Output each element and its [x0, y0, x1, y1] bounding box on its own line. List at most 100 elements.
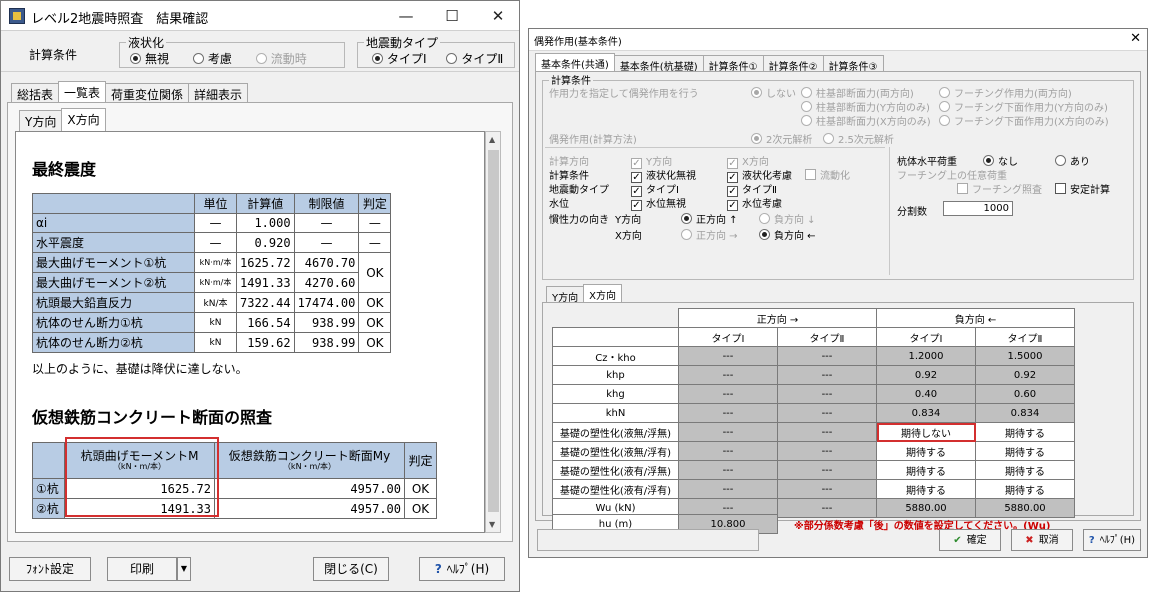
radio-foot-both[interactable]: フーチング作用力(両方向) — [939, 85, 1072, 100]
grid-cell[interactable]: 期待する — [975, 422, 1075, 442]
check-water-y[interactable]: ✓ 水位無視 — [631, 195, 686, 211]
radio-pile-yes[interactable]: あり — [1055, 153, 1090, 168]
print-dropdown-button[interactable]: ▼ — [177, 557, 191, 581]
check-stable[interactable]: 安定計算 — [1055, 181, 1110, 196]
radio-type1[interactable]: タイプⅠ — [372, 52, 427, 66]
ground-motion-title: 地震動タイプ — [364, 34, 441, 51]
radio-dot-icon — [751, 87, 762, 98]
close-dialog-button[interactable]: 閉じる(C) — [313, 557, 389, 581]
scroll-down-icon[interactable]: ▼ — [489, 520, 495, 529]
specify-action-label: 作用力を指定して偶発作用を行う — [549, 89, 699, 100]
help-label: ﾍﾙﾌﾟ(H) — [446, 562, 490, 576]
radio-flow[interactable]: 流動時 — [255, 52, 307, 66]
grid-cell[interactable]: 期待する — [975, 479, 1075, 499]
radio-iy-pos[interactable]: 正方向 ↑ — [681, 211, 738, 226]
header-my: 仮想鉄筋コンクリート断面My （kN・m/本） — [214, 442, 405, 479]
print-button[interactable]: 印刷 — [107, 557, 177, 581]
grid-cell: --- — [678, 403, 778, 423]
scroll-thumb[interactable] — [488, 150, 499, 512]
row-label: ②杭 — [32, 498, 65, 519]
grid-cell[interactable]: 期待する — [876, 460, 976, 480]
vertical-scrollbar[interactable]: ▲ ▼ — [485, 131, 501, 533]
row-unit: kN·m/本 — [194, 272, 237, 293]
radio-dot-icon — [372, 53, 383, 64]
row-limit: 4270.60 — [293, 272, 360, 293]
row-my: 4957.00 — [214, 498, 405, 519]
row-calc: 1491.33 — [236, 272, 295, 293]
dialog-title-bar[interactable]: 偶発作用(基本条件) ✕ — [529, 29, 1147, 51]
row-label: 杭頭最大鉛直反力 — [32, 292, 195, 313]
row-calc: 159.62 — [236, 332, 295, 353]
close-button[interactable]: ✕ — [475, 1, 521, 31]
title-bar[interactable]: レベル2地震時照査 結果確認 — ☐ ✕ — [1, 1, 519, 31]
tab-x-direction[interactable]: X方向 — [61, 108, 106, 132]
radio-pile-none[interactable]: なし — [983, 153, 1018, 168]
radio-ignore[interactable]: 無視 — [130, 52, 169, 66]
row-limit: 4670.70 — [293, 252, 360, 273]
grid-cell-highlighted[interactable]: 期待しない — [876, 422, 976, 442]
radio-do-not[interactable]: しない — [751, 85, 796, 100]
grid-cell[interactable]: 期待する — [975, 460, 1075, 480]
grid-corner — [553, 309, 679, 328]
maximize-button[interactable]: ☐ — [429, 1, 475, 31]
app-icon — [9, 8, 25, 24]
radio-ignore-label: 無視 — [145, 52, 170, 66]
radio-dot-icon — [681, 229, 692, 240]
grid-cell: --- — [678, 365, 778, 385]
radio-iy-neg[interactable]: 負方向 ↓ — [759, 211, 816, 226]
radio-col-y[interactable]: 柱基部断面力(Y方向のみ) — [801, 99, 930, 114]
radio-consider-label: 考慮 — [207, 52, 232, 66]
radio-ix-pos[interactable]: 正方向 → — [681, 227, 738, 242]
final-seismic-table: 単位 計算値 制限値 判定 αi — 1.000 — — 水平震度 — 0.92… — [32, 193, 392, 353]
radio-25d[interactable]: 2.5次元解析 — [823, 131, 894, 146]
dialog-help-button[interactable]: ? ﾍﾙﾌﾟ(H) — [1083, 529, 1141, 551]
radio-consider[interactable]: 考慮 — [192, 52, 232, 66]
row-limit: 17474.00 — [293, 292, 360, 313]
cancel-button[interactable]: ✖ 取消 — [1011, 529, 1073, 551]
radio-type2[interactable]: タイプⅡ — [446, 52, 503, 66]
grid-cell[interactable]: 期待する — [975, 441, 1075, 461]
grid-type: タイプⅡ — [777, 327, 877, 347]
radio-ix-neg[interactable]: 負方向 ← — [759, 227, 816, 242]
grid-cell: --- — [777, 460, 877, 480]
radio-2d[interactable]: 2次元解析 — [751, 131, 812, 146]
header-my-label: 仮想鉄筋コンクリート断面My — [228, 449, 391, 463]
dialog-close-icon[interactable]: ✕ — [1130, 31, 1141, 46]
radio-col-x[interactable]: 柱基部断面力(X方向のみ) — [801, 113, 931, 128]
radio-col-both[interactable]: 柱基部断面力(両方向) — [801, 85, 914, 100]
liquefaction-title: 液状化 — [126, 34, 167, 51]
row-calc: 1625.72 — [236, 252, 295, 273]
row-limit: — — [293, 232, 360, 253]
radio-foot-x[interactable]: フーチング下面作用力(X方向のみ) — [939, 113, 1109, 128]
grid-cell[interactable]: 期待する — [876, 441, 976, 461]
division-input[interactable]: 1000 — [943, 201, 1013, 216]
radio-flow-label: 流動時 — [270, 52, 307, 66]
grid-cell[interactable]: 期待する — [876, 479, 976, 499]
check-water-x[interactable]: ✓ 水位考慮 — [727, 195, 782, 211]
font-settings-button[interactable]: ﾌｫﾝﾄ設定 — [9, 557, 91, 581]
help-button[interactable]: ? ﾍﾙﾌﾟ(H) — [419, 557, 505, 581]
minimize-button[interactable]: — — [383, 1, 429, 31]
grid-cell: --- — [678, 422, 778, 442]
radio-dot-icon — [983, 155, 994, 166]
row-label: 杭体のせん断力②杭 — [32, 332, 195, 353]
check-flow[interactable]: 流動化 — [805, 167, 850, 182]
scroll-up-icon[interactable]: ▲ — [489, 135, 495, 144]
radio-dot-icon — [751, 133, 762, 144]
radio-dot-icon — [939, 115, 950, 126]
grid-row: khg --- --- 0.40 0.60 — [552, 384, 1075, 404]
grid-cell: --- — [678, 384, 778, 404]
footing-load-label: フーチング上の任意荷重 — [897, 171, 1007, 182]
grid-cell: --- — [678, 460, 778, 480]
grid-row-label: Cz・kho — [552, 346, 679, 366]
row-judge: OK — [358, 312, 392, 333]
confirm-button[interactable]: ✔ 確定 — [939, 529, 1001, 551]
check-footing[interactable]: フーチング照査 — [957, 181, 1042, 196]
row-label: 水平震度 — [32, 232, 195, 253]
table-row: 杭体のせん断力①杭 kN 166.54 938.99 OK — [32, 312, 392, 333]
check-flow-label: 流動化 — [820, 171, 850, 182]
row-judge: OK — [404, 498, 437, 519]
radio-foot-y[interactable]: フーチング下面作用力(Y方向のみ) — [939, 99, 1108, 114]
calc-condition-group: 計算条件 作用力を指定して偶発作用を行う しない 柱基部断面力(両方向) 柱基部… — [542, 72, 1134, 280]
grid-type: タイプⅠ — [876, 327, 976, 347]
